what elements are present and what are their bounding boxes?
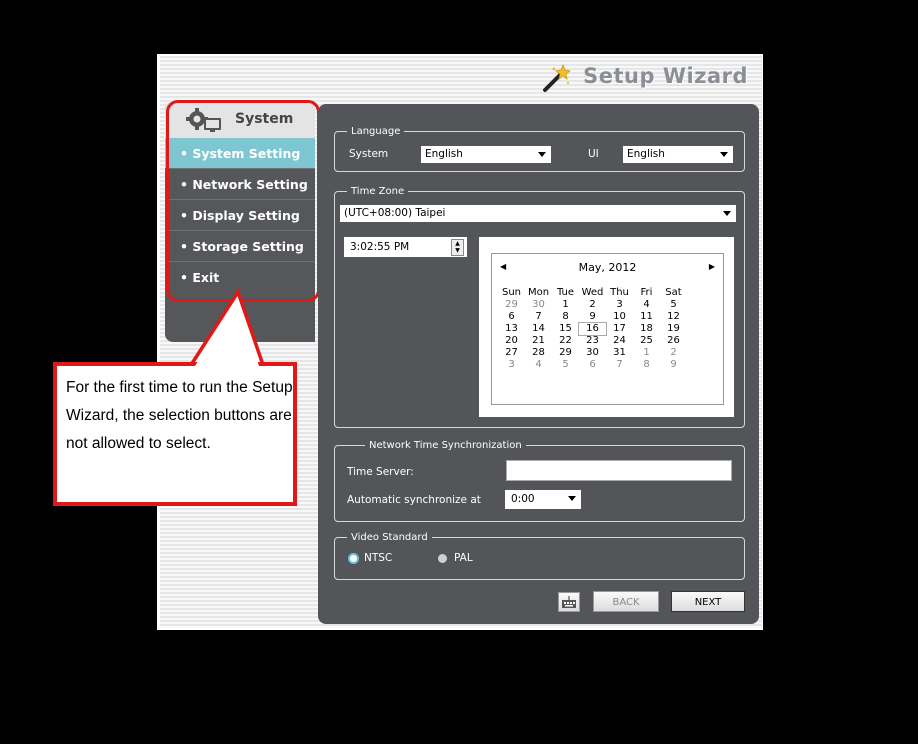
callout-pointer-mask — [195, 298, 259, 366]
